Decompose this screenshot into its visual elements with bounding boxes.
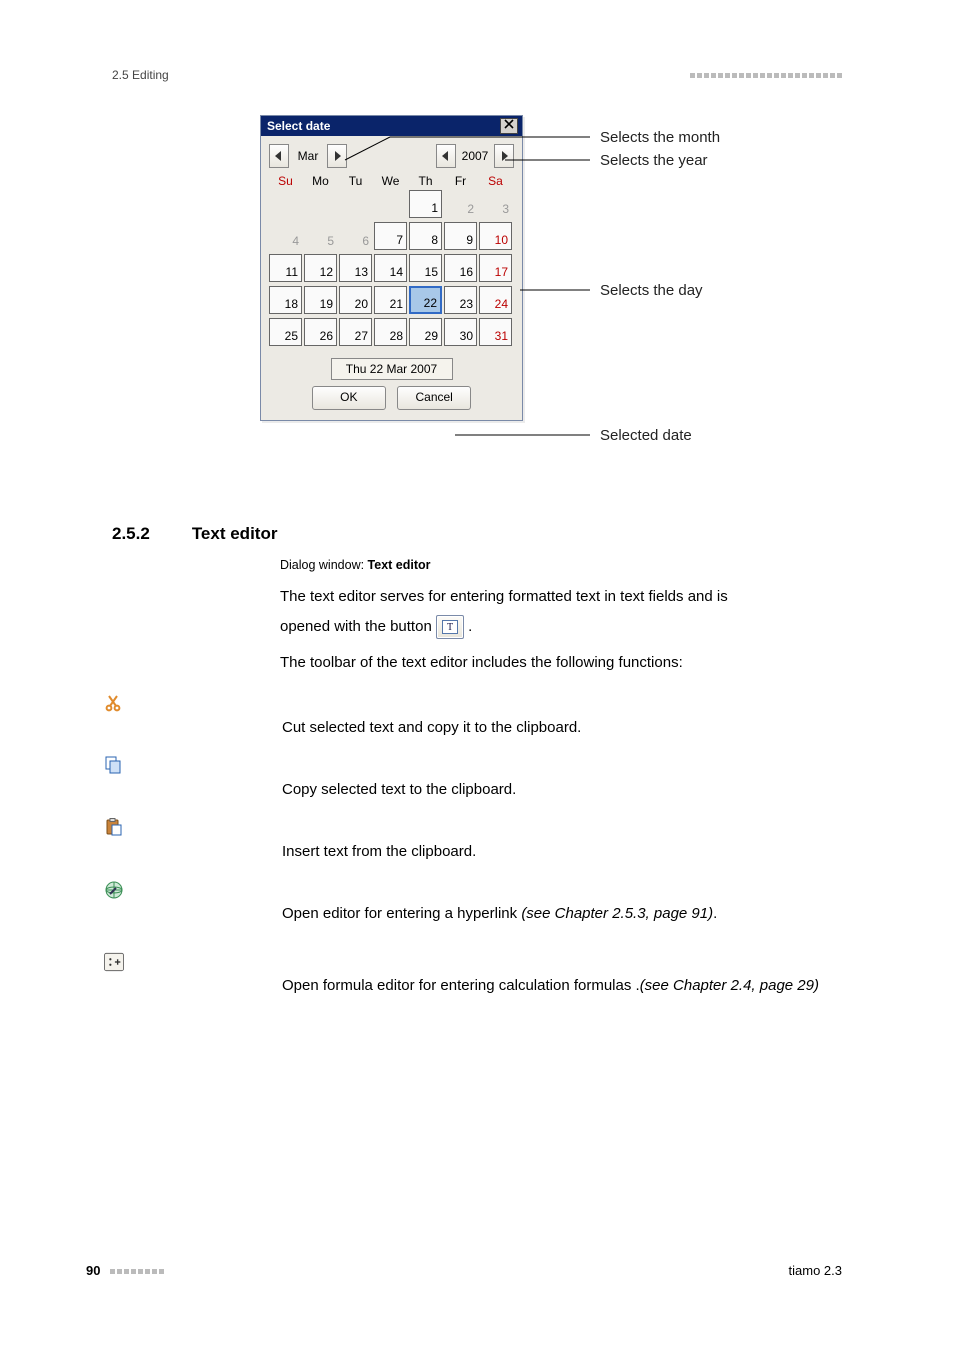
svg-text:T: T <box>447 622 453 633</box>
next-year-button[interactable] <box>494 144 514 168</box>
day-cell[interactable]: 23 <box>444 286 477 314</box>
dialog-titlebar: Select date <box>261 116 522 136</box>
copy-icon[interactable] <box>104 756 124 801</box>
day-cell[interactable]: 15 <box>409 254 442 282</box>
day-cell[interactable]: 22 <box>409 286 442 314</box>
copy-desc: Copy selected text to the clipboard. <box>282 756 844 801</box>
paste-desc: Insert text from the clipboard. <box>282 818 844 863</box>
day-cell[interactable]: 14 <box>374 254 407 282</box>
day-cell[interactable]: 11 <box>269 254 302 282</box>
link-desc: Open editor for entering a hyperlink (se… <box>282 880 844 925</box>
callout-selected: Selected date <box>600 427 692 444</box>
dialog-caption: Dialog window: Text editor <box>280 556 840 575</box>
day-cell[interactable]: 13 <box>339 254 372 282</box>
day-cell[interactable]: 27 <box>339 318 372 346</box>
close-icon[interactable] <box>500 118 518 134</box>
day-cell[interactable]: 7 <box>374 222 407 250</box>
section-label: 2.5 Editing <box>112 68 169 82</box>
prev-year-button[interactable] <box>436 144 456 168</box>
dow-header: SuMoTuWeThFrSa <box>261 172 522 188</box>
formula-icon[interactable] <box>104 952 124 997</box>
dialog-title: Select date <box>267 119 330 133</box>
day-cell[interactable]: 1 <box>409 190 442 218</box>
day-cell[interactable]: 25 <box>269 318 302 346</box>
footer-ornament <box>110 1269 164 1274</box>
callout-month: Selects the month <box>600 129 720 146</box>
dow-sa: Sa <box>479 174 512 188</box>
section-heading: 2.5.2 Text editor <box>112 524 277 544</box>
prev-month-button[interactable] <box>269 144 289 168</box>
day-cell[interactable]: 29 <box>409 318 442 346</box>
page-number: 90 <box>86 1263 164 1278</box>
day-cell[interactable]: 26 <box>304 318 337 346</box>
day-cell[interactable]: 30 <box>444 318 477 346</box>
selected-date-display: Thu 22 Mar 2007 <box>331 358 453 380</box>
dow-su: Su <box>269 174 302 188</box>
day-cell[interactable]: 12 <box>304 254 337 282</box>
next-month-button[interactable] <box>327 144 347 168</box>
footer-product: tiamo 2.3 <box>789 1263 842 1278</box>
day-cell: 4 <box>269 222 302 250</box>
day-cell[interactable]: 28 <box>374 318 407 346</box>
formula-desc: Open formula editor for entering calcula… <box>282 952 844 997</box>
month-value: Mar <box>291 149 325 163</box>
ok-button[interactable]: OK <box>312 386 386 410</box>
callout-year: Selects the year <box>600 152 708 169</box>
cut-desc: Cut selected text and copy it to the cli… <box>282 694 844 739</box>
calendar-grid: 1234567891011121314151617181920212223242… <box>261 188 522 352</box>
page-header: 2.5 Editing <box>112 68 842 82</box>
cancel-button[interactable]: Cancel <box>397 386 471 410</box>
body-para1a: The text editor serves for entering form… <box>280 585 840 608</box>
day-cell[interactable]: 8 <box>409 222 442 250</box>
dow-th: Th <box>409 174 442 188</box>
text-editor-open-icon[interactable]: T <box>436 615 464 639</box>
day-cell[interactable]: 24 <box>479 286 512 314</box>
section-number: 2.5.2 <box>112 524 150 544</box>
day-cell <box>269 190 302 218</box>
day-cell[interactable]: 9 <box>444 222 477 250</box>
dow-tu: Tu <box>339 174 372 188</box>
month-spinner: Mar <box>269 144 347 168</box>
body-para1b: opened with the button T . <box>280 615 840 639</box>
cut-icon[interactable] <box>104 694 124 739</box>
day-cell: 2 <box>444 190 477 218</box>
day-cell[interactable]: 21 <box>374 286 407 314</box>
dow-fr: Fr <box>444 174 477 188</box>
day-cell[interactable]: 18 <box>269 286 302 314</box>
dow-we: We <box>374 174 407 188</box>
day-cell[interactable]: 20 <box>339 286 372 314</box>
dow-mo: Mo <box>304 174 337 188</box>
section-title: Text editor <box>192 524 278 544</box>
hyperlink-icon[interactable] <box>104 880 124 925</box>
header-ornament <box>690 73 842 78</box>
day-cell[interactable]: 16 <box>444 254 477 282</box>
day-cell <box>304 190 337 218</box>
day-cell: 6 <box>339 222 372 250</box>
callout-day: Selects the day <box>600 282 703 299</box>
body-para2: The toolbar of the text editor includes … <box>280 651 840 674</box>
day-cell[interactable]: 17 <box>479 254 512 282</box>
day-cell[interactable]: 10 <box>479 222 512 250</box>
day-cell[interactable]: 19 <box>304 286 337 314</box>
day-cell: 3 <box>479 190 512 218</box>
paste-icon[interactable] <box>104 818 124 863</box>
day-cell <box>374 190 407 218</box>
day-cell <box>339 190 372 218</box>
select-date-dialog: Select date Mar 2007 <box>260 115 523 421</box>
day-cell: 5 <box>304 222 337 250</box>
year-value: 2007 <box>458 149 492 163</box>
year-spinner: 2007 <box>436 144 514 168</box>
day-cell[interactable]: 31 <box>479 318 512 346</box>
